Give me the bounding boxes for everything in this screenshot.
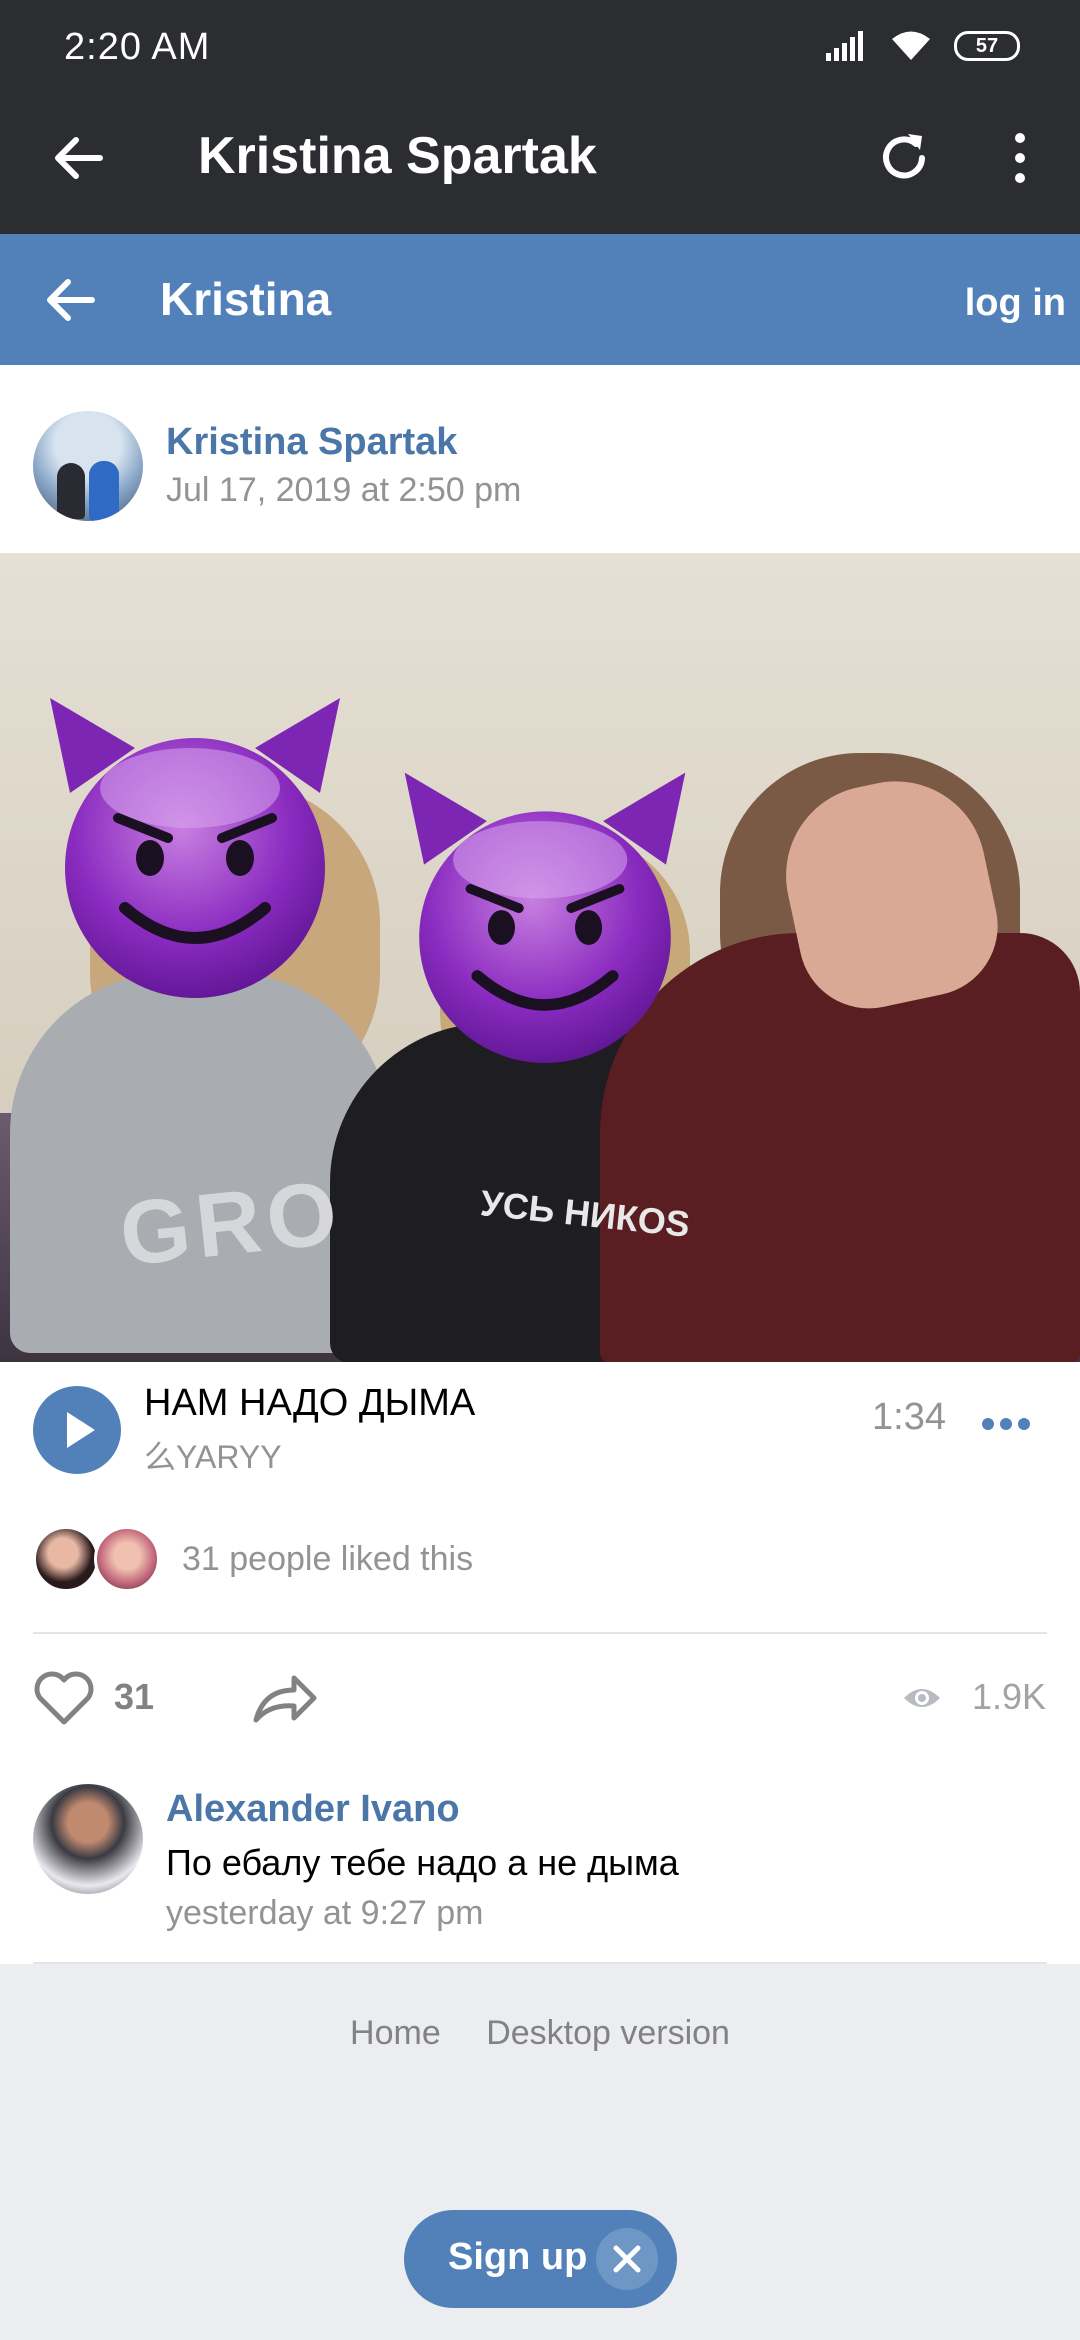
close-signup-button[interactable]: [596, 2228, 658, 2290]
footer-link-home[interactable]: Home: [350, 2014, 441, 2052]
author-avatar[interactable]: [33, 411, 143, 521]
share-icon[interactable]: [250, 1670, 318, 1726]
liker-avatar: [94, 1526, 160, 1592]
comment-item: Alexander Ivano По ебалу тебе надо а не …: [0, 1764, 1080, 1964]
audio-title: НАМ НАДО ДЫМА: [144, 1382, 476, 1424]
comment-date[interactable]: yesterday at 9:27 pm: [166, 1894, 484, 1933]
status-icons: 57: [826, 28, 1020, 64]
close-icon: [613, 2245, 641, 2273]
view-count: 1.9K: [972, 1676, 1047, 1717]
overflow-menu-icon[interactable]: [1002, 128, 1038, 188]
likes-summary-text: 31 people liked this: [182, 1540, 474, 1578]
more-dots-icon[interactable]: [980, 1406, 1032, 1442]
header-title: Kristina: [160, 273, 332, 325]
heart-icon[interactable]: [33, 1670, 95, 1726]
play-icon: [67, 1412, 95, 1448]
comment-text: По ебалу тебе надо а не дыма: [166, 1842, 679, 1883]
toolbar-title: Kristina Spartak: [198, 127, 597, 185]
app-toolbar: Kristina Spartak: [0, 80, 1080, 234]
back-arrow-icon[interactable]: [42, 272, 98, 328]
signup-label: Sign up: [448, 2236, 588, 2278]
vk-header: Kristina log in: [0, 234, 1080, 365]
post-actions: 31 1.9K: [0, 1634, 1080, 1764]
signup-button[interactable]: Sign up: [404, 2210, 677, 2308]
post-date[interactable]: Jul 17, 2019 at 2:50 pm: [166, 471, 521, 510]
signal-icon: [826, 31, 863, 61]
audio-duration: 1:34: [872, 1396, 946, 1438]
battery-level: 57: [975, 34, 999, 57]
wifi-icon: [892, 31, 930, 60]
smiling-devil-emoji-icon: [404, 772, 686, 1063]
refresh-icon[interactable]: [874, 128, 934, 188]
post-header: Kristina Spartak Jul 17, 2019 at 2:50 pm: [0, 365, 1080, 553]
page-footer: Home Desktop version Sign up: [0, 1964, 1080, 2340]
battery-icon: 57: [954, 31, 1020, 61]
post-photo[interactable]: GRO УСЬ НИКОS: [0, 553, 1080, 1362]
play-button[interactable]: [33, 1386, 121, 1474]
commenter-name[interactable]: Alexander Ivano: [166, 1788, 460, 1831]
post-author-name[interactable]: Kristina Spartak: [166, 421, 457, 464]
status-time: 2:20 AM: [64, 26, 211, 68]
status-bar: 2:20 AM 57: [0, 0, 1080, 80]
footer-links: Home Desktop version: [0, 2014, 1080, 2053]
footer-link-desktop-version[interactable]: Desktop version: [486, 2014, 730, 2052]
eye-icon: [904, 1689, 940, 1707]
audio-attachment: НАМ НАДО ДЫМА 么YARYY 1:34: [0, 1362, 1080, 1492]
smiling-devil-emoji-icon: [50, 698, 340, 998]
likes-summary[interactable]: 31 people liked this: [0, 1492, 1080, 1632]
liker-avatar: [33, 1526, 99, 1592]
commenter-avatar[interactable]: [33, 1784, 143, 1894]
audio-artist: 么YARYY: [144, 1439, 282, 1475]
login-link[interactable]: log in: [965, 282, 1066, 325]
like-count[interactable]: 31: [114, 1676, 154, 1718]
back-arrow-icon[interactable]: [50, 130, 106, 186]
